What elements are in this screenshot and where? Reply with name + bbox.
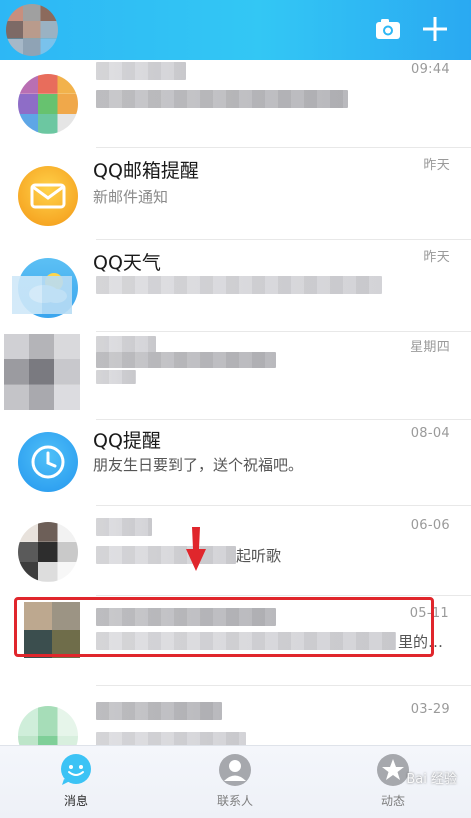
blurred-message bbox=[96, 276, 382, 294]
blurred-name bbox=[96, 518, 152, 536]
avatar bbox=[18, 522, 78, 582]
plus-icon[interactable] bbox=[420, 14, 450, 44]
tab-messages[interactable]: 消息 bbox=[36, 752, 116, 814]
divider bbox=[96, 685, 471, 686]
chat-item-mail[interactable]: QQ邮箱提醒 新邮件通知 昨天 bbox=[0, 148, 471, 240]
avatar bbox=[4, 334, 80, 410]
camera-icon[interactable] bbox=[373, 14, 403, 44]
tab-label: 动态 bbox=[380, 794, 405, 808]
chat-time: 昨天 bbox=[423, 158, 450, 173]
blurred-message-2 bbox=[96, 370, 136, 384]
chat-item[interactable]: 起听歌 06-06 bbox=[0, 504, 471, 596]
mail-icon bbox=[18, 166, 78, 226]
tab-contacts[interactable]: 联系人 bbox=[195, 752, 275, 814]
chat-item-reminder[interactable]: QQ提醒 朋友生日要到了，送个祝福吧。 08-04 bbox=[0, 414, 471, 506]
chat-time: 昨天 bbox=[423, 250, 450, 265]
chat-bubble-icon bbox=[61, 754, 91, 785]
blurred-overlay bbox=[12, 276, 72, 314]
chat-message: 新邮件通知 bbox=[93, 188, 169, 206]
highlight-frame bbox=[14, 597, 434, 657]
chat-name: QQ邮箱提醒 bbox=[93, 160, 199, 182]
blurred-name bbox=[96, 702, 222, 720]
arrow-down-icon bbox=[186, 527, 206, 571]
chat-message: 朋友生日要到了，送个祝福吧。 bbox=[93, 456, 304, 474]
chat-item[interactable]: 星期四 bbox=[0, 328, 471, 420]
top-bar bbox=[0, 0, 471, 60]
chat-name: QQ提醒 bbox=[93, 430, 161, 452]
chat-name: QQ天气 bbox=[93, 252, 161, 274]
chat-time: 03-29 bbox=[410, 702, 450, 717]
blurred-name bbox=[96, 62, 186, 80]
profile-avatar[interactable] bbox=[6, 4, 58, 56]
chat-time: 06-06 bbox=[410, 518, 450, 533]
tab-label: 消息 bbox=[63, 794, 88, 808]
chat-item[interactable]: 09:44 bbox=[0, 56, 471, 148]
chat-time: 08-04 bbox=[410, 426, 450, 441]
tab-label: 联系人 bbox=[216, 794, 253, 808]
chat-message: 起听歌 bbox=[236, 547, 282, 565]
blurred-message bbox=[96, 352, 276, 368]
chat-time: 星期四 bbox=[410, 340, 450, 355]
chat-item-weather[interactable]: QQ天气 昨天 bbox=[0, 240, 471, 332]
watermark: Bai 经验 bbox=[406, 772, 457, 787]
clock-icon bbox=[18, 432, 78, 492]
chat-time: 09:44 bbox=[411, 62, 450, 77]
avatar bbox=[18, 74, 78, 134]
blurred-message bbox=[96, 90, 348, 108]
blurred-message bbox=[96, 546, 236, 564]
contacts-icon bbox=[219, 754, 251, 786]
tab-bar: 消息 联系人 动态 Bai 经验 bbox=[0, 745, 471, 818]
